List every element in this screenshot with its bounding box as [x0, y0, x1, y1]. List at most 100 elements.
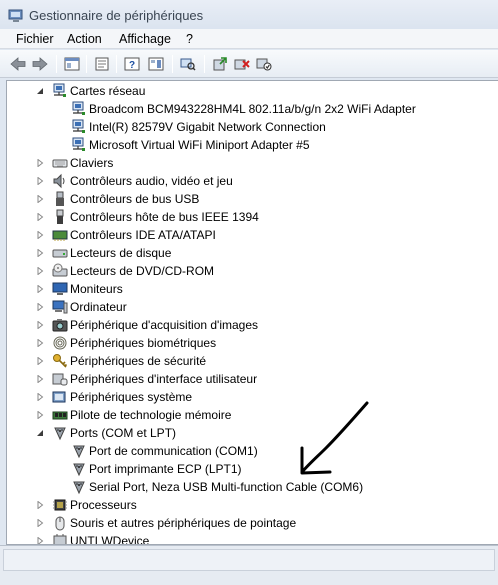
tree-category-row[interactable]: Ordinateur — [7, 298, 497, 316]
tree-device-row[interactable]: Port imprimante ECP (LPT1) — [7, 460, 497, 478]
tree-device-row[interactable]: Broadcom BCM943228HM4L 802.11a/b/g/n 2x2… — [7, 100, 497, 118]
tree-category-row[interactable]: Périphériques système — [7, 388, 497, 406]
tree-category-row[interactable]: Lecteurs de DVD/CD-ROM — [7, 262, 497, 280]
port-icon — [73, 445, 85, 459]
tree-item-label: Processeurs — [70, 498, 137, 512]
collapsed-arrow-icon[interactable] — [36, 375, 44, 383]
mouse-icon — [55, 516, 65, 531]
disk-drive-icon — [52, 249, 68, 258]
collapsed-arrow-icon[interactable] — [36, 339, 44, 347]
tree-item-label: Contrôleurs hôte de bus IEEE 1394 — [70, 210, 259, 224]
camera-icon — [52, 319, 68, 332]
update-driver-icon[interactable] — [210, 54, 230, 74]
tree-item-label: Périphériques système — [70, 390, 193, 404]
menu-fichier[interactable]: Fichier — [14, 31, 56, 47]
tree-item-label: Port imprimante ECP (LPT1) — [89, 462, 242, 476]
collapsed-arrow-icon[interactable] — [36, 411, 44, 419]
collapsed-arrow-icon[interactable] — [36, 159, 44, 167]
window-title: Gestionnaire de périphériques — [29, 8, 204, 23]
tree-category-row[interactable]: Contrôleurs IDE ATA/ATAPI — [7, 226, 497, 244]
device-icon — [53, 534, 67, 544]
tree-item-label: Port de communication (COM1) — [89, 444, 258, 458]
back-arrow-icon[interactable] — [8, 54, 28, 74]
disable-device-icon[interactable] — [254, 54, 274, 74]
tree-category-row[interactable]: Contrôleurs audio, vidéo et jeu — [7, 172, 497, 190]
tree-category-row[interactable]: Périphériques d'interface utilisateur — [7, 370, 497, 388]
tree-category-row[interactable]: Périphériques biométriques — [7, 334, 497, 352]
action-pane-icon[interactable] — [146, 54, 166, 74]
device-manager-window: Gestionnaire de périphériques Fichier Ac… — [0, 0, 498, 585]
dvd-drive-icon — [52, 263, 68, 277]
tree-category-row[interactable]: Contrôleurs hôte de bus IEEE 1394 — [7, 208, 497, 226]
tree-category-row[interactable]: Lecteurs de disque — [7, 244, 497, 262]
monitor-icon — [52, 282, 68, 295]
fingerprint-icon — [53, 336, 67, 350]
key-icon — [53, 354, 68, 368]
svg-text:?: ? — [129, 60, 135, 71]
network-adapter-icon — [53, 83, 66, 97]
collapsed-arrow-icon[interactable] — [36, 249, 44, 257]
hid-icon — [52, 373, 68, 386]
collapsed-arrow-icon[interactable] — [36, 267, 44, 275]
status-panel — [3, 549, 495, 571]
expanded-arrow-icon[interactable] — [36, 429, 44, 437]
tree-category-row[interactable]: UNTI WDevice — [7, 532, 497, 545]
tree-item-label: Pilote de technologie mémoire — [70, 408, 232, 422]
port-icon — [73, 463, 85, 477]
collapsed-arrow-icon[interactable] — [36, 195, 44, 203]
tree-category-row[interactable]: Pilote de technologie mémoire — [7, 406, 497, 424]
collapsed-arrow-icon[interactable] — [36, 285, 44, 293]
menu-affichage[interactable]: Affichage — [117, 31, 173, 47]
collapsed-arrow-icon[interactable] — [36, 303, 44, 311]
tree-device-row[interactable]: Microsoft Virtual WiFi Miniport Adapter … — [7, 136, 497, 154]
show-hide-tree-icon[interactable] — [62, 54, 82, 74]
collapsed-arrow-icon[interactable] — [36, 537, 44, 545]
tree-item-label: Souris et autres périphériques de pointa… — [70, 516, 297, 530]
tree-item-label: Périphériques biométriques — [70, 336, 217, 350]
collapsed-arrow-icon[interactable] — [36, 357, 44, 365]
title-bar[interactable]: Gestionnaire de périphériques — [0, 0, 498, 32]
collapsed-arrow-icon[interactable] — [36, 231, 44, 239]
tree-item-label: Périphériques de sécurité — [70, 354, 207, 368]
uninstall-icon[interactable] — [232, 54, 252, 74]
collapsed-arrow-icon[interactable] — [36, 393, 44, 401]
network-adapter-icon — [72, 119, 85, 133]
tree-category-row[interactable]: Périphérique d'acquisition d'images — [7, 316, 497, 334]
tree-category-row[interactable]: Ports (COM et LPT) — [7, 424, 497, 442]
menu-bar: Fichier Action Affichage ? — [0, 29, 498, 49]
tree-category-row[interactable]: Cartes réseau — [7, 82, 497, 100]
menu-help[interactable]: ? — [184, 31, 195, 47]
tree-item-label: Périphériques d'interface utilisateur — [70, 372, 258, 386]
help-icon[interactable]: ? — [122, 54, 142, 74]
device-tree[interactable]: Cartes réseau Broadcom BCM943228HM4L 802.… — [6, 80, 498, 545]
tree-category-row[interactable]: Contrôleurs de bus USB — [7, 190, 497, 208]
collapsed-arrow-icon[interactable] — [36, 519, 44, 527]
tree-item-label: Lecteurs de DVD/CD-ROM — [70, 264, 215, 278]
collapsed-arrow-icon[interactable] — [36, 213, 44, 221]
tree-item-label: Ports (COM et LPT) — [70, 426, 177, 440]
tree-category-row[interactable]: Périphériques de sécurité — [7, 352, 497, 370]
expanded-arrow-icon[interactable] — [36, 87, 44, 95]
system-device-icon — [52, 391, 66, 403]
properties-icon[interactable] — [92, 54, 112, 74]
tree-category-row[interactable]: Moniteurs — [7, 280, 497, 298]
collapsed-arrow-icon[interactable] — [36, 177, 44, 185]
tree-item-label: UNTI WDevice — [70, 534, 150, 545]
device-manager-app-icon — [8, 9, 23, 22]
tree-category-row[interactable]: Claviers — [7, 154, 497, 172]
tree-item-label: Périphérique d'acquisition d'images — [70, 318, 259, 332]
tree-device-row[interactable]: Port de communication (COM1) — [7, 442, 497, 460]
tree-device-row[interactable]: Intel(R) 82579V Gigabit Network Connecti… — [7, 118, 497, 136]
port-icon — [73, 481, 85, 495]
collapsed-arrow-icon[interactable] — [36, 321, 44, 329]
tree-category-row[interactable]: Processeurs — [7, 496, 497, 514]
tree-item-label: Contrôleurs de bus USB — [70, 192, 200, 206]
tree-item-label: Contrôleurs IDE ATA/ATAPI — [70, 228, 216, 242]
scan-hardware-icon[interactable] — [178, 54, 198, 74]
tree-device-row[interactable]: Serial Port, Neza USB Multi-function Cab… — [7, 478, 497, 496]
forward-arrow-icon[interactable] — [30, 54, 50, 74]
menu-action[interactable]: Action — [65, 31, 104, 47]
tree-category-row[interactable]: Souris et autres périphériques de pointa… — [7, 514, 497, 532]
tree-item-label: Cartes réseau — [70, 84, 146, 98]
collapsed-arrow-icon[interactable] — [36, 501, 44, 509]
